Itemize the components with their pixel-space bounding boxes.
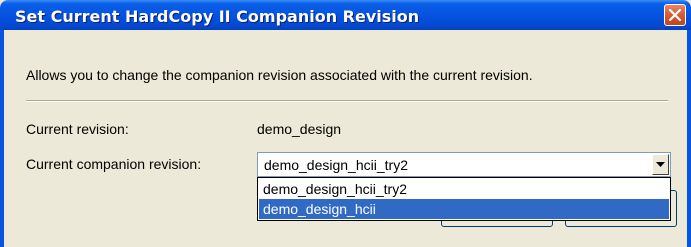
window-title: Set Current HardCopy II Companion Revisi… [15, 7, 420, 26]
window-border-left [0, 30, 4, 247]
dialog-description: Allows you to change the companion revis… [26, 67, 533, 83]
close-icon [669, 9, 681, 21]
current-revision-value: demo_design [257, 121, 342, 137]
dropdown-option-hcii[interactable]: demo_design_hcii [259, 199, 669, 219]
combo-selected-value: demo_design_hcii_try2 [264, 157, 408, 173]
companion-revision-label: Current companion revision: [26, 156, 202, 172]
dropdown-option-hcii-try2[interactable]: demo_design_hcii_try2 [259, 179, 669, 199]
title-bar[interactable]: Set Current HardCopy II Companion Revisi… [0, 0, 691, 30]
dropdown-list[interactable]: demo_design_hcii_try2 demo_design_hcii [257, 177, 671, 221]
companion-revision-select[interactable]: demo_design_hcii_try2 [257, 152, 671, 177]
current-revision-label: Current revision: [26, 121, 129, 137]
close-button[interactable] [664, 4, 686, 26]
chevron-down-icon [656, 162, 665, 167]
separator [26, 100, 668, 102]
window-border-right [687, 30, 691, 247]
dropdown-button[interactable] [652, 154, 669, 175]
